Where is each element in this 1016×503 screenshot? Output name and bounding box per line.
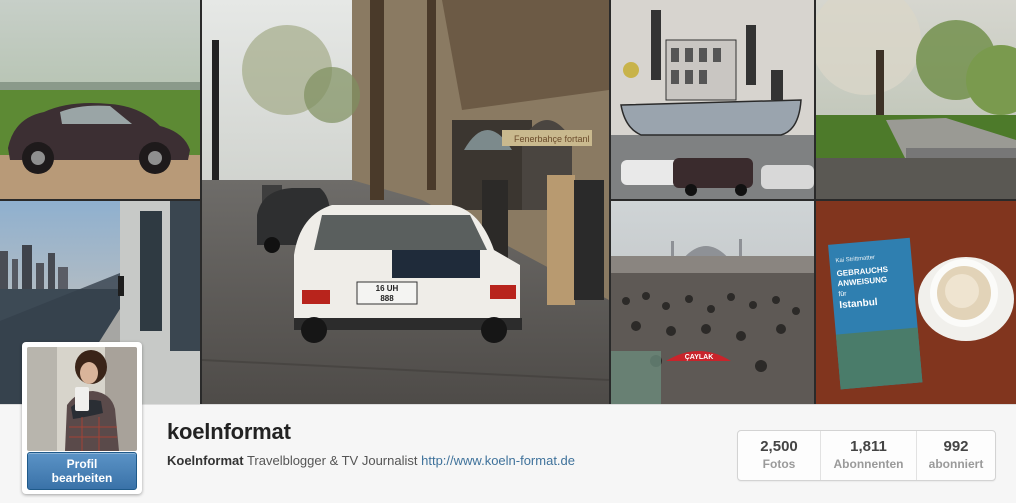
stat-following[interactable]: 992 abonniert xyxy=(916,431,995,480)
display-name: Koelnformat xyxy=(167,453,244,468)
avatar[interactable] xyxy=(27,347,137,451)
stat-followers-value: 1,811 xyxy=(850,438,887,455)
photo-vw-beetle[interactable] xyxy=(0,0,200,199)
stat-followers-label: Abonnenten xyxy=(833,457,904,471)
license-plate-line2: 888 xyxy=(380,294,394,303)
edit-profile-button[interactable]: Profil bearbeiten xyxy=(27,452,137,490)
stat-photos[interactable]: 2,500 Fotos xyxy=(738,431,820,480)
license-plate-line1: 16 UH xyxy=(376,284,399,293)
avatar-card: Profil bearbeiten xyxy=(22,342,142,494)
photo-mosaic: Fenerbahçe fortanl 16 UH 888 ÇAYLAK Kai … xyxy=(0,0,1016,404)
stat-photos-value: 2,500 xyxy=(760,438,798,455)
stat-followers[interactable]: 1,811 Abonnenten xyxy=(820,431,916,480)
street-shop-sign: Fenerbahçe fortanl xyxy=(514,134,590,144)
edit-profile-label-line1: Profil xyxy=(66,457,98,471)
photo-boat-mural[interactable] xyxy=(611,0,814,199)
crowd-sign: ÇAYLAK xyxy=(685,354,714,361)
book-title-3: für xyxy=(838,290,847,298)
bio-text: Travelblogger & TV Journalist xyxy=(246,453,418,468)
website-link[interactable]: http://www.koeln-format.de xyxy=(421,453,575,468)
photo-coffee-istanbul-book[interactable]: Kai Strittmatter GEBRAUCHS ANWEISUNG für… xyxy=(816,201,1016,404)
stat-photos-label: Fotos xyxy=(762,457,796,471)
stat-following-value: 992 xyxy=(943,438,969,455)
username: koelnformat xyxy=(167,419,291,444)
photo-park-trees[interactable] xyxy=(816,0,1016,199)
photo-street-white-car[interactable]: Fenerbahçe fortanl 16 UH 888 xyxy=(202,0,609,404)
stat-following-label: abonniert xyxy=(928,457,984,471)
edit-profile-label-line2: bearbeiten xyxy=(51,471,113,485)
photo-istanbul-crowd[interactable]: ÇAYLAK xyxy=(611,201,814,404)
profile-bio: Koelnformat Travelblogger & TV Journalis… xyxy=(167,453,575,468)
profile-stats: 2,500 Fotos 1,811 Abonnenten 992 abonnie… xyxy=(737,430,996,481)
